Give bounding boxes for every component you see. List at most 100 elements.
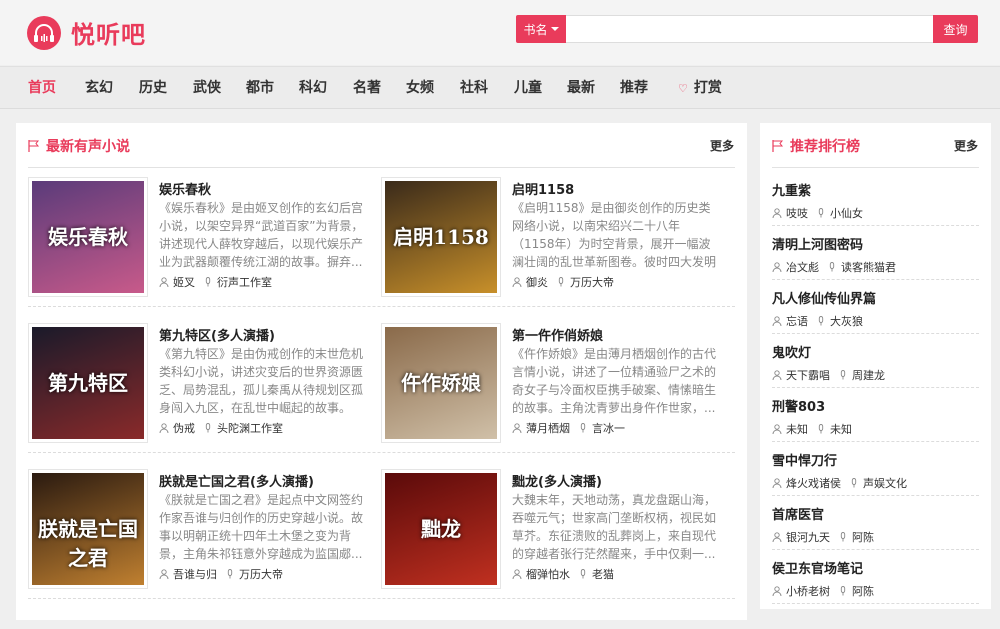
rank-item[interactable]: 侯卫东官场笔记小桥老树 阿陈 bbox=[772, 550, 979, 604]
book-author[interactable]: 御炎 bbox=[526, 274, 548, 290]
rank-meta: 未知 未知 bbox=[772, 421, 852, 437]
rank-author[interactable]: 小桥老树 bbox=[786, 583, 830, 599]
rank-item[interactable]: 九重紫吱吱 小仙女 bbox=[772, 172, 979, 226]
book-cover[interactable]: 朕就是亡国之君 bbox=[28, 469, 148, 589]
book-narrator[interactable]: 言冰一 bbox=[592, 420, 625, 436]
nav-item-scifi[interactable]: 科幻 bbox=[299, 67, 327, 110]
rank-title[interactable]: 鬼吹灯 bbox=[772, 342, 811, 361]
rank-author[interactable]: 吱吱 bbox=[786, 205, 808, 221]
nav-item-social[interactable]: 社科 bbox=[460, 67, 488, 110]
nav-item-children[interactable]: 儿童 bbox=[514, 67, 542, 110]
book-description: 大魏末年，天地动荡，真龙盘踞山海，吞噬元气；世家高门垄断权柄，视民如草芥。东征溃… bbox=[512, 493, 717, 561]
rank-title[interactable]: 雪中悍刀行 bbox=[772, 450, 837, 469]
book-card[interactable]: 仵作娇娘 第一仵作俏娇娘《仵作娇娘》是由薄月栖烟创作的古代言情小说，讲述了一位精通… bbox=[369, 323, 722, 443]
book-narrator[interactable]: 衍声工作室 bbox=[217, 274, 272, 290]
nav-item-home[interactable]: 首页 bbox=[28, 67, 56, 110]
rank-author[interactable]: 天下霸唱 bbox=[786, 367, 830, 383]
nav-item-classics[interactable]: 名著 bbox=[353, 67, 381, 110]
rank-narrator[interactable]: 阿陈 bbox=[852, 529, 874, 545]
book-card[interactable]: 娱乐春秋 娱乐春秋 《娱乐春秋》是由姬叉创作的玄幻后宫小说，以架空异界“武道百家”为… bbox=[16, 177, 369, 297]
book-author[interactable]: 伪戒 bbox=[173, 420, 195, 436]
book-cover-text: 第九特区 bbox=[48, 371, 128, 395]
nav-item-urban[interactable]: 都市 bbox=[246, 67, 274, 110]
book-author[interactable]: 姬叉 bbox=[173, 274, 195, 290]
book-title[interactable]: 第一仵作俏娇娘 bbox=[512, 325, 603, 344]
book-title[interactable]: 启明1158 bbox=[512, 179, 574, 198]
rank-title[interactable]: 清明上河图密码 bbox=[772, 234, 863, 253]
book-author[interactable]: 吾谁与归 bbox=[173, 566, 217, 582]
book-narrator[interactable]: 老猫 bbox=[592, 566, 614, 582]
rank-title[interactable]: 凡人修仙传仙界篇 bbox=[772, 288, 876, 307]
book-cover[interactable]: 启明1158 bbox=[381, 177, 501, 297]
rank-author[interactable]: 冶文彪 bbox=[786, 259, 819, 275]
rank-title[interactable]: 首席医官 bbox=[772, 504, 824, 523]
book-cover[interactable]: 第九特区 bbox=[28, 323, 148, 443]
book-cover-image: 仵作娇娘 bbox=[385, 327, 497, 439]
ranking-panel: 推荐排行榜 更多 九重紫 吱吱 小仙女 清明上河图密码 冶文彪 读客熊猫君 凡人修仙传仙界篇… bbox=[760, 123, 991, 609]
book-description: 《娱乐春秋》是由姬叉创作的玄幻后宫小说，以架空异界“武道百家”为背景，讲述现代人… bbox=[159, 201, 364, 269]
rank-author[interactable]: 银河九天 bbox=[786, 529, 830, 545]
search-type-dropdown[interactable]: 书名 bbox=[516, 15, 566, 43]
book-title[interactable]: 朕就是亡国之君(多人演播) bbox=[159, 471, 314, 490]
rank-item[interactable]: 凡人修仙传仙界篇忘语 大灰狼 bbox=[772, 280, 979, 334]
book-cover[interactable]: 仵作娇娘 bbox=[381, 323, 501, 443]
mic-icon bbox=[818, 208, 824, 218]
nav-item-donate[interactable]: ♡ 打赏 bbox=[678, 67, 722, 110]
book-cover[interactable]: 娱乐春秋 bbox=[28, 177, 148, 297]
rank-meta: 银河九天 阿陈 bbox=[772, 529, 874, 545]
rank-narrator[interactable]: 大灰狼 bbox=[830, 313, 863, 329]
user-icon bbox=[772, 586, 782, 596]
book-cover-text: 黜龙 bbox=[421, 517, 461, 541]
rank-title[interactable]: 刑警803 bbox=[772, 396, 825, 415]
book-title[interactable]: 娱乐春秋 bbox=[159, 179, 211, 198]
rank-title[interactable]: 侯卫东官场笔记 bbox=[772, 558, 863, 577]
book-card[interactable]: 启明1158 启明1158 《启明1158》是由御炎创作的历史类网络小说，以南宋绍兴… bbox=[369, 177, 722, 297]
more-link[interactable]: 更多 bbox=[954, 137, 978, 154]
rank-item[interactable]: 鬼吹灯天下霸唱 周建龙 bbox=[772, 334, 979, 388]
rank-narrator[interactable]: 读客熊猫君 bbox=[841, 259, 896, 275]
book-card[interactable]: 第九特区 第九特区(多人演播) 《第九特区》是由伪戒创作的末世危机类科幻小说，讲述灾… bbox=[16, 323, 369, 443]
nav-item-latest[interactable]: 最新 bbox=[567, 67, 595, 110]
book-cover-image: 朕就是亡国之君 bbox=[32, 473, 144, 585]
book-cover[interactable]: 黜龙 bbox=[381, 469, 501, 589]
search-input[interactable] bbox=[566, 15, 933, 43]
rank-narrator[interactable]: 未知 bbox=[830, 421, 852, 437]
nav-item-wuxia[interactable]: 武侠 bbox=[193, 67, 221, 110]
rank-item[interactable]: 首席医官银河九天 阿陈 bbox=[772, 496, 979, 550]
mic-icon bbox=[840, 532, 846, 542]
book-author[interactable]: 榴弹怕水 bbox=[526, 566, 570, 582]
site-logo[interactable]: 悦听吧 bbox=[27, 15, 146, 50]
rank-author[interactable]: 忘语 bbox=[786, 313, 808, 329]
rank-narrator[interactable]: 小仙女 bbox=[830, 205, 863, 221]
rank-narrator[interactable]: 周建龙 bbox=[852, 367, 885, 383]
more-link[interactable]: 更多 bbox=[710, 137, 734, 154]
book-description: 《仵作娇娘》是由薄月栖烟创作的古代言情小说，讲述了一位精通验尸之术的奇女子与冷面… bbox=[512, 347, 717, 415]
row-divider bbox=[28, 598, 735, 599]
book-narrator[interactable]: 万历大帝 bbox=[239, 566, 283, 582]
book-author[interactable]: 薄月栖烟 bbox=[526, 420, 570, 436]
rank-narrator[interactable]: 阿陈 bbox=[852, 583, 874, 599]
user-icon bbox=[772, 424, 782, 434]
nav-item-female[interactable]: 女频 bbox=[406, 67, 434, 110]
rank-item[interactable]: 刑警803 未知 未知 bbox=[772, 388, 979, 442]
book-card[interactable]: 朕就是亡国之君 朕就是亡国之君(多人演播) 《朕就是亡国之君》是起点中文网签约作家吾… bbox=[16, 469, 369, 589]
rank-author[interactable]: 烽火戏诸侯 bbox=[786, 475, 841, 491]
mic-icon bbox=[851, 478, 857, 488]
rank-item[interactable]: 雪中悍刀行烽火戏诸侯 声娱文化 bbox=[772, 442, 979, 496]
book-narrator[interactable]: 万历大帝 bbox=[570, 274, 614, 290]
user-icon bbox=[159, 569, 169, 579]
rank-narrator[interactable]: 声娱文化 bbox=[863, 475, 907, 491]
rank-author[interactable]: 未知 bbox=[786, 421, 808, 437]
book-card[interactable]: 黜龙 黜龙(多人演播) 大魏末年，天地动荡，真龙盘踞山海，吞噬元气；世家高门垄断权柄… bbox=[369, 469, 722, 589]
search-button[interactable]: 查询 bbox=[933, 15, 978, 43]
book-title[interactable]: 黜龙(多人演播) bbox=[512, 471, 602, 490]
nav-item-xuanhuan[interactable]: 玄幻 bbox=[85, 67, 113, 110]
rank-title[interactable]: 九重紫 bbox=[772, 180, 811, 199]
book-title[interactable]: 第九特区(多人演播) bbox=[159, 325, 275, 344]
rank-item[interactable]: 清明上河图密码冶文彪 读客熊猫君 bbox=[772, 226, 979, 280]
nav-item-history[interactable]: 历史 bbox=[139, 67, 167, 110]
nav-item-recommend[interactable]: 推荐 bbox=[620, 67, 648, 110]
rank-meta: 吱吱 小仙女 bbox=[772, 205, 863, 221]
book-narrator[interactable]: 头陀渊工作室 bbox=[217, 420, 283, 436]
row-divider bbox=[28, 306, 735, 307]
